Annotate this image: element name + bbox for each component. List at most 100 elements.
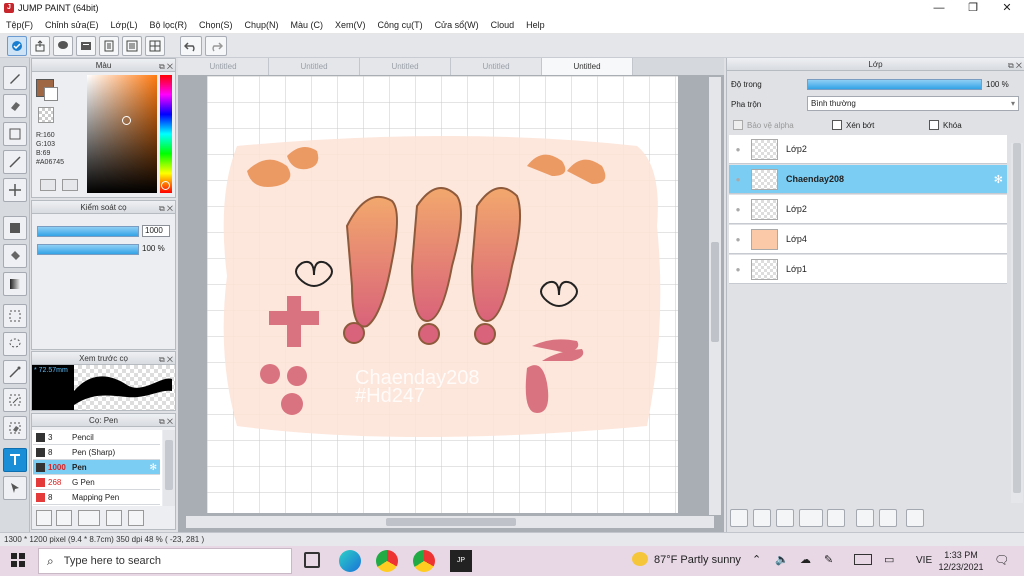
trash-icon[interactable] xyxy=(906,509,924,527)
brush-settings-icon[interactable] xyxy=(106,510,122,526)
gradient-tool-icon[interactable] xyxy=(3,272,27,296)
brush-item-pencil[interactable]: 3 Pencil xyxy=(33,430,160,445)
picker-cursor[interactable] xyxy=(122,116,131,125)
eye-icon[interactable]: ● xyxy=(729,145,747,154)
brush-size-value[interactable]: 1000 xyxy=(142,225,170,237)
comment-icon[interactable] xyxy=(53,36,73,56)
magic-wand-icon[interactable] xyxy=(3,360,27,384)
redo-icon[interactable] xyxy=(205,36,227,56)
menu-edit[interactable]: Chỉnh sửa(E) xyxy=(39,20,105,30)
menu-view[interactable]: Xem(V) xyxy=(329,20,372,30)
gear-icon[interactable]: ✻ xyxy=(994,173,1003,186)
folder-icon[interactable] xyxy=(827,509,845,527)
taskbar-search[interactable]: ⌕ Type here to search xyxy=(38,548,292,574)
layer-opacity-slider[interactable] xyxy=(807,79,982,90)
windows-start-icon[interactable] xyxy=(10,552,26,568)
doc-tab-4[interactable]: Untitled xyxy=(451,58,542,75)
layer-list-scrollbar[interactable] xyxy=(1011,143,1023,503)
pen-icon[interactable]: ✎ xyxy=(824,553,833,566)
hue-cursor[interactable] xyxy=(161,181,170,190)
new-mask-layer-icon[interactable] xyxy=(753,509,771,527)
merge-layer-icon[interactable] xyxy=(879,509,897,527)
doc-tab-3[interactable]: Untitled xyxy=(360,58,451,75)
lasso-icon[interactable] xyxy=(3,332,27,356)
weather-text[interactable]: 87°F Partly sunny xyxy=(654,554,741,566)
menu-window[interactable]: Cửa sổ(W) xyxy=(429,20,485,30)
lock-checkbox[interactable] xyxy=(929,120,939,130)
eyedropper-icon[interactable] xyxy=(62,179,78,191)
layer-row[interactable]: ● Lớp4 xyxy=(729,225,1007,254)
maximize-button[interactable]: ❐ xyxy=(956,0,990,16)
eye-icon[interactable]: ● xyxy=(729,265,747,274)
language-indicator[interactable]: VIE xyxy=(916,555,932,566)
select-pen-icon[interactable] xyxy=(3,388,27,412)
menu-capture[interactable]: Chụp(N) xyxy=(239,20,285,30)
brush-list-scrollbar[interactable] xyxy=(163,430,175,506)
close-button[interactable]: ✕ xyxy=(990,0,1024,16)
menu-file[interactable]: Tệp(F) xyxy=(0,20,39,30)
chrome-icon-2[interactable] xyxy=(413,550,435,572)
brush-item-pen[interactable]: 1000 Pen ✻ xyxy=(33,460,160,475)
clock[interactable]: 1:33 PM 12/23/2021 xyxy=(938,549,984,573)
menu-layer[interactable]: Lớp(L) xyxy=(105,20,144,30)
eye-icon[interactable]: ● xyxy=(729,235,747,244)
new-brush-icon[interactable] xyxy=(56,510,72,526)
brush-item-g-pen[interactable]: 268 G Pen xyxy=(33,475,160,490)
move-tool-icon[interactable] xyxy=(3,178,27,202)
canvas-horizontal-scrollbar[interactable] xyxy=(186,516,714,528)
cloud-icon[interactable]: ☁ xyxy=(800,553,811,566)
layer-row-selected[interactable]: ● Chaenday208 ✻ xyxy=(729,165,1007,194)
brush-opacity-slider[interactable] xyxy=(37,244,139,255)
select-rect-icon[interactable] xyxy=(3,304,27,328)
speaker-icon[interactable]: 🔈 xyxy=(775,553,789,566)
chrome-icon[interactable] xyxy=(376,550,398,572)
layer-row[interactable]: ● Lớp2 xyxy=(729,195,1007,224)
brush-download-icon[interactable] xyxy=(36,510,52,526)
brush-size-slider[interactable] xyxy=(37,226,139,237)
message-icon[interactable] xyxy=(76,36,96,56)
brush-item-pen-sharp[interactable]: 8 Pen (Sharp) xyxy=(33,445,160,460)
eye-icon[interactable]: ● xyxy=(729,205,747,214)
brush-menu-icon[interactable] xyxy=(78,510,100,526)
minimize-button[interactable]: — xyxy=(922,0,956,16)
doc-tab-2[interactable]: Untitled xyxy=(269,58,360,75)
menu-color[interactable]: Màu (C) xyxy=(285,20,330,30)
menu-select[interactable]: Chọn(S) xyxy=(193,20,239,30)
rectangle-tool-icon[interactable] xyxy=(3,122,27,146)
tray-chevron-up-icon[interactable]: ⌃ xyxy=(752,553,761,566)
document-icon[interactable] xyxy=(99,36,119,56)
checkmark-icon[interactable] xyxy=(7,36,27,56)
layer-add-menu-icon[interactable] xyxy=(799,509,823,527)
doc-tab-5[interactable]: Untitled xyxy=(542,58,633,75)
network-icon[interactable]: ▭ xyxy=(884,553,894,566)
operation-tool-icon[interactable] xyxy=(3,476,27,500)
new-text-layer-icon[interactable] xyxy=(776,509,794,527)
eraser-tool-icon[interactable] xyxy=(3,94,27,118)
select-eraser-icon[interactable] xyxy=(3,416,27,440)
jump-paint-taskbar-icon[interactable]: JP xyxy=(450,550,472,572)
undo-icon[interactable] xyxy=(180,36,202,56)
list-icon[interactable] xyxy=(122,36,142,56)
sub-color-swatch[interactable] xyxy=(44,87,58,101)
palette-icon[interactable] xyxy=(40,179,56,191)
hue-slider[interactable] xyxy=(160,75,172,193)
brush-tool-icon[interactable] xyxy=(3,66,27,90)
layer-row[interactable]: ● Lớp1 xyxy=(729,255,1007,284)
edge-icon[interactable] xyxy=(339,550,361,572)
eye-icon[interactable]: ● xyxy=(729,175,747,184)
transparent-color-swatch[interactable] xyxy=(38,107,54,123)
blend-mode-select[interactable]: Bình thường ▾ xyxy=(807,96,1019,111)
copy-layer-icon[interactable] xyxy=(856,509,874,527)
canvas-vertical-scrollbar[interactable] xyxy=(709,77,721,515)
new-layer-icon[interactable] xyxy=(730,509,748,527)
line-tool-icon[interactable] xyxy=(3,150,27,174)
canvas-page[interactable]: Chaenday208 #Hd247 xyxy=(207,76,678,513)
share-icon[interactable] xyxy=(30,36,50,56)
menu-filter[interactable]: Bộ lọc(R) xyxy=(143,20,193,30)
fill-rect-tool-icon[interactable] xyxy=(3,216,27,240)
menu-cloud[interactable]: Cloud xyxy=(485,20,521,30)
bucket-tool-icon[interactable] xyxy=(3,244,27,268)
grid-icon[interactable] xyxy=(145,36,165,56)
keyboard-icon[interactable] xyxy=(854,554,872,565)
notification-icon[interactable]: 🗨 xyxy=(994,553,1009,567)
